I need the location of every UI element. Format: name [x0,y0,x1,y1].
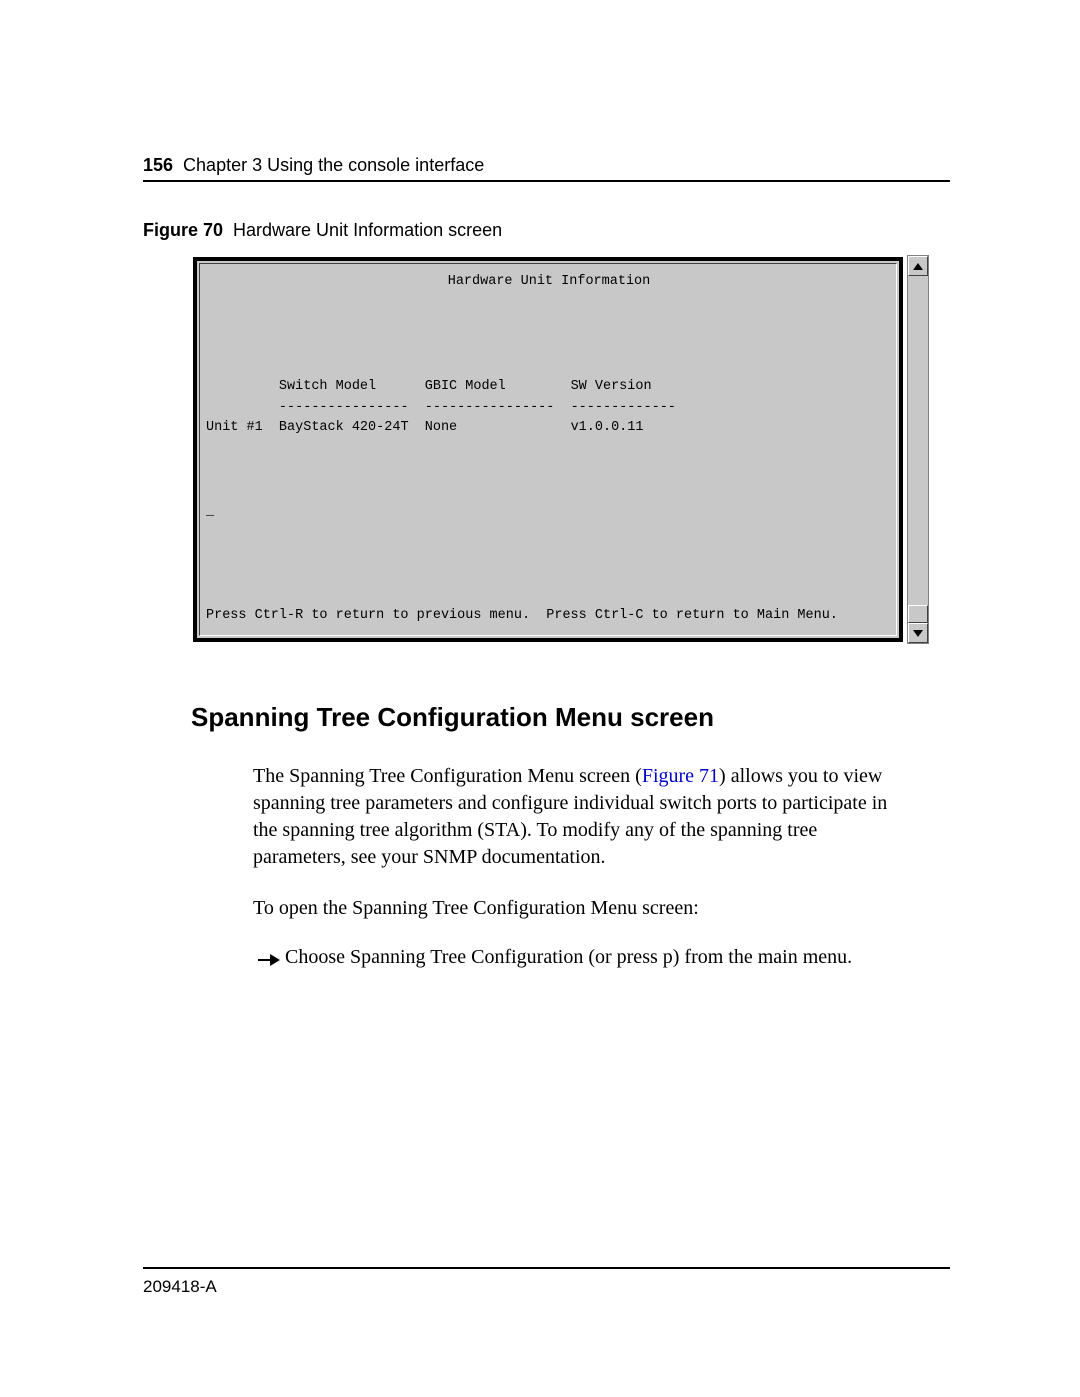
paragraph-1: The Spanning Tree Configuration Menu scr… [253,763,903,871]
triangle-up-icon [913,263,923,270]
row-sw-version: v1.0.0.11 [571,420,644,435]
figure-title: Hardware Unit Information screen [233,220,502,240]
row-switch-model: BayStack 420-24T [279,420,409,435]
arrow-right-icon [253,950,285,970]
divider-2: ---------------- [425,400,555,415]
para1-part-a: The Spanning Tree Configuration Menu scr… [253,765,642,787]
scroll-up-button[interactable] [908,256,928,276]
row-unit-label: Unit #1 [206,420,263,435]
scroll-down-button[interactable] [908,623,928,643]
running-header: 156 Chapter 3 Using the console interface [143,155,950,182]
doc-id: 209418-A [143,1277,217,1296]
page-number: 156 [143,155,173,175]
section-heading: Spanning Tree Configuration Menu screen [191,702,950,733]
page: 156 Chapter 3 Using the console interface… [0,0,1080,1397]
bullet-item: Choose Spanning Tree Configuration (or p… [253,946,903,970]
col-switch-model: Switch Model [279,379,376,394]
divider-3: ------------- [571,400,676,415]
cursor: _ [206,504,214,519]
console-content: Hardware Unit Information Switch Model G… [199,263,897,636]
bullet-text: Choose Spanning Tree Configuration (or p… [285,946,903,969]
console-screenshot: Hardware Unit Information Switch Model G… [193,257,903,642]
col-sw-version: SW Version [571,379,652,394]
chapter-title: Chapter 3 Using the console interface [183,155,484,175]
paragraph-2: To open the Spanning Tree Configuration … [253,895,903,922]
row-gbic-model: None [425,420,457,435]
page-footer: 209418-A [143,1267,950,1297]
scroll-thumb[interactable] [908,605,928,623]
figure-number: Figure 70 [143,220,223,240]
body-text: The Spanning Tree Configuration Menu scr… [253,763,903,922]
scrollbar[interactable] [907,255,929,644]
console-title: Hardware Unit Information [206,272,892,293]
divider-1: ---------------- [279,400,409,415]
figure-caption: Figure 70 Hardware Unit Information scree… [143,220,950,241]
console-frame: Hardware Unit Information Switch Model G… [193,257,903,642]
console-footer-hint: Press Ctrl-R to return to previous menu.… [206,606,890,627]
col-gbic-model: GBIC Model [425,379,506,394]
triangle-down-icon [913,630,923,637]
figure-71-link[interactable]: Figure 71 [642,765,719,787]
